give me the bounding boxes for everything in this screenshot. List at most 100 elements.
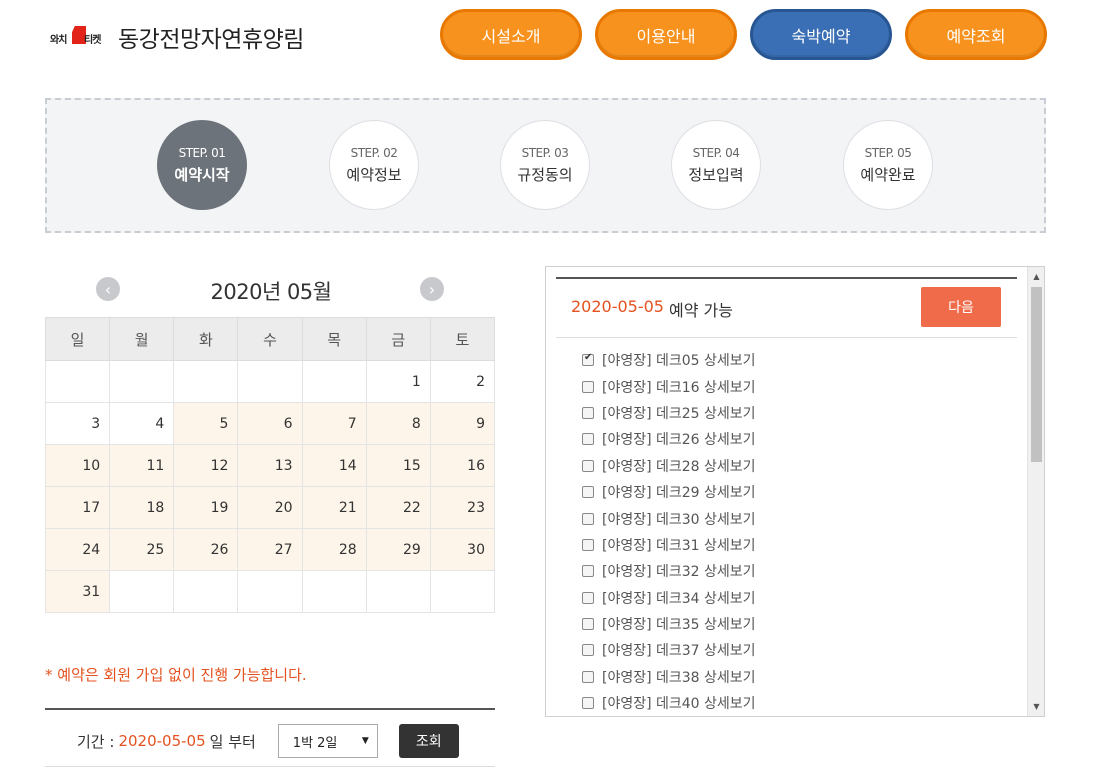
site-checkbox[interactable] bbox=[582, 591, 594, 604]
site-list-item: [야영장] 데크35 상세보기 bbox=[582, 611, 756, 637]
site-checkbox[interactable] bbox=[582, 697, 594, 710]
calendar-day[interactable]: 15 bbox=[365, 444, 431, 487]
calendar-day[interactable]: 1 bbox=[365, 360, 431, 403]
site-detail-link[interactable]: [야영장] 데크32 상세보기 bbox=[602, 561, 756, 581]
search-button[interactable]: 조회 bbox=[398, 724, 459, 758]
calendar-day[interactable]: 8 bbox=[365, 402, 431, 445]
nav-reservation-button[interactable]: 숙박예약 bbox=[750, 9, 892, 60]
nav-lookup-button[interactable]: 예약조회 bbox=[905, 9, 1047, 60]
step-5: STEP. 05 예약완료 bbox=[843, 120, 933, 210]
site-detail-link[interactable]: [야영장] 데크40 상세보기 bbox=[602, 693, 756, 713]
calendar-day[interactable]: 31 bbox=[44, 570, 111, 613]
calendar-day[interactable]: 20 bbox=[237, 486, 303, 529]
calendar-day[interactable]: 10 bbox=[44, 444, 111, 487]
site-detail-link[interactable]: [야영장] 데크16 상세보기 bbox=[602, 377, 756, 397]
site-detail-link[interactable]: [야영장] 데크30 상세보기 bbox=[602, 509, 756, 529]
calendar-day[interactable]: 4 bbox=[109, 402, 175, 445]
site-list-item: [야영장] 데크25 상세보기 bbox=[582, 400, 756, 426]
nights-select[interactable]: 1박 2일 ▼ bbox=[277, 724, 378, 758]
scroll-down-arrow-icon[interactable]: ▼ bbox=[1028, 699, 1044, 714]
site-detail-link[interactable]: [야영장] 데크37 상세보기 bbox=[602, 640, 756, 660]
calendar-day[interactable]: 21 bbox=[301, 486, 367, 529]
calendar-day[interactable]: 7 bbox=[301, 402, 367, 445]
site-list-item: [야영장] 데크37 상세보기 bbox=[582, 637, 756, 663]
calendar-week-row: 31 bbox=[44, 570, 496, 613]
calendar-day[interactable]: 22 bbox=[365, 486, 431, 529]
site-checkbox[interactable] bbox=[582, 565, 594, 578]
site-checkbox[interactable] bbox=[582, 618, 594, 631]
next-month-button[interactable]: › bbox=[420, 277, 444, 301]
site-detail-link[interactable]: [야영장] 데크31 상세보기 bbox=[602, 535, 756, 555]
site-list-item: [야영장] 데크34 상세보기 bbox=[582, 585, 756, 611]
site-checkbox[interactable] bbox=[582, 433, 594, 446]
calendar-day[interactable]: 11 bbox=[109, 444, 175, 487]
site-checkbox[interactable] bbox=[582, 670, 594, 683]
site-detail-link[interactable]: [야영장] 데크35 상세보기 bbox=[602, 614, 756, 634]
site-checkbox[interactable] bbox=[582, 538, 594, 551]
calendar-week-row: 12 bbox=[44, 360, 496, 403]
calendar-header: 2020년 05월 ‹ › bbox=[96, 276, 446, 304]
calendar-day[interactable]: 3 bbox=[44, 402, 111, 445]
calendar-day[interactable]: 23 bbox=[429, 486, 496, 529]
site-checkbox[interactable] bbox=[582, 486, 594, 499]
nights-selected-value: 1박 2일 bbox=[292, 735, 338, 751]
scroll-up-arrow-icon[interactable]: ▲ bbox=[1028, 269, 1044, 284]
calendar-month-title: 2020년 05월 bbox=[210, 280, 332, 304]
calendar-day[interactable]: 26 bbox=[173, 528, 239, 571]
scrollbar-thumb[interactable] bbox=[1031, 287, 1042, 462]
logo-text-left: 와치 bbox=[50, 35, 67, 46]
panel-scrollbar[interactable]: ▲ ▼ bbox=[1027, 267, 1044, 716]
chevron-left-icon: ‹ bbox=[104, 279, 112, 299]
calendar-empty-cell bbox=[109, 360, 175, 403]
step-4: STEP. 04 정보입력 bbox=[671, 120, 761, 210]
site-checkbox[interactable] bbox=[582, 406, 594, 419]
site-checkbox[interactable] bbox=[582, 512, 594, 525]
calendar-day[interactable]: 17 bbox=[44, 486, 111, 529]
calendar-day[interactable]: 25 bbox=[109, 528, 175, 571]
main-nav: 시설소개 이용안내 숙박예약 예약조회 bbox=[440, 9, 1047, 60]
next-button[interactable]: 다음 bbox=[921, 287, 1001, 327]
site-detail-link[interactable]: [야영장] 데크26 상세보기 bbox=[602, 429, 756, 449]
calendar-day[interactable]: 5 bbox=[173, 402, 239, 445]
site-detail-link[interactable]: [야영장] 데크05 상세보기 bbox=[602, 350, 756, 370]
calendar-day[interactable]: 2 bbox=[429, 360, 496, 403]
site-detail-link[interactable]: [야영장] 데크29 상세보기 bbox=[602, 482, 756, 502]
site-checkbox[interactable] bbox=[582, 644, 594, 657]
calendar-day[interactable]: 18 bbox=[109, 486, 175, 529]
step-1: STEP. 01 예약시작 bbox=[157, 120, 247, 210]
site-checkbox[interactable] bbox=[582, 459, 594, 472]
calendar-week-row: 24 25 26 27 28 29 30 bbox=[44, 528, 496, 571]
calendar-day[interactable]: 16 bbox=[429, 444, 496, 487]
nav-guide-button[interactable]: 이용안내 bbox=[595, 9, 737, 60]
step-label: 정보입력 bbox=[688, 165, 744, 184]
site-detail-link[interactable]: [야영장] 데크25 상세보기 bbox=[602, 403, 756, 423]
calendar-day[interactable]: 24 bbox=[44, 528, 111, 571]
calendar-day[interactable]: 6 bbox=[237, 402, 303, 445]
step-label: 예약시작 bbox=[174, 165, 230, 184]
selected-date: 2020-05-05 bbox=[571, 297, 664, 316]
site-checkbox[interactable] bbox=[582, 380, 594, 393]
ticket-logo-mark: 와치 티켓 bbox=[50, 24, 106, 50]
site-list-item: [야영장] 데크28 상세보기 bbox=[582, 453, 756, 479]
calendar-day[interactable]: 28 bbox=[301, 528, 367, 571]
calendar-grid: 일 월 화 수 목 금 토 1 2 3 4 5 6 7 8 9 10 11 12 13 14 15 16 17 1… bbox=[44, 317, 496, 613]
calendar-day[interactable]: 13 bbox=[237, 444, 303, 487]
calendar-day[interactable]: 27 bbox=[237, 528, 303, 571]
logo-text-right: 티켓 bbox=[84, 35, 101, 46]
site-detail-link[interactable]: [야영장] 데크28 상세보기 bbox=[602, 456, 756, 476]
calendar-day[interactable]: 14 bbox=[301, 444, 367, 487]
nav-facilities-button[interactable]: 시설소개 bbox=[440, 9, 582, 60]
site-checkbox[interactable] bbox=[582, 352, 594, 367]
calendar-day[interactable]: 29 bbox=[365, 528, 431, 571]
calendar-day[interactable]: 30 bbox=[429, 528, 496, 571]
site-detail-link[interactable]: [야영장] 데크38 상세보기 bbox=[602, 667, 756, 687]
calendar-day[interactable]: 9 bbox=[429, 402, 496, 445]
site-title: 동강전망자연휴양림 bbox=[118, 27, 304, 53]
site-logo[interactable]: 와치 티켓 동강전망자연휴양림 bbox=[50, 20, 304, 54]
weekday-row: 일 월 화 수 목 금 토 bbox=[44, 317, 496, 361]
calendar-day[interactable]: 12 bbox=[173, 444, 239, 487]
calendar-day[interactable]: 19 bbox=[173, 486, 239, 529]
site-detail-link[interactable]: [야영장] 데크34 상세보기 bbox=[602, 588, 756, 608]
prev-month-button[interactable]: ‹ bbox=[96, 277, 120, 301]
panel-content: 2020-05-05 예약 가능 다음 [야영장] 데크05 상세보기[야영장]… bbox=[556, 277, 1017, 716]
